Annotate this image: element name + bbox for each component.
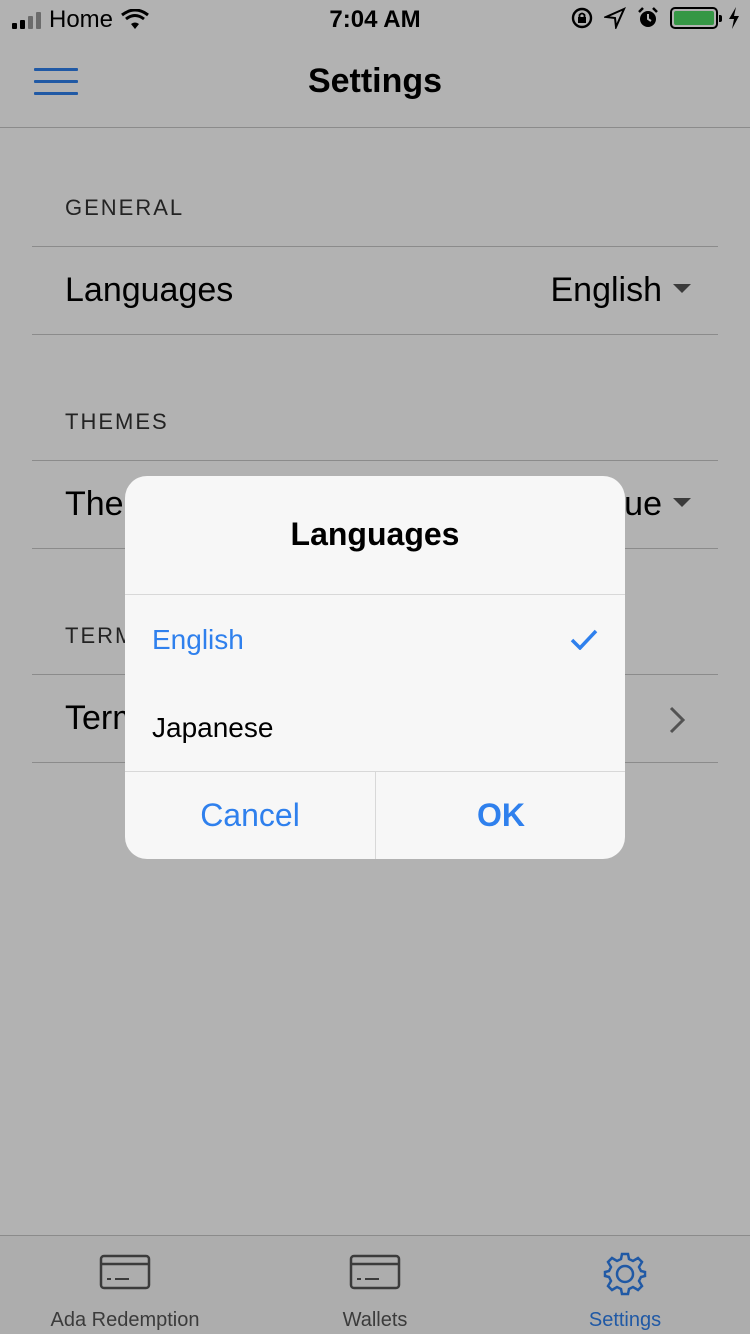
checkmark-icon [570, 629, 598, 650]
option-japanese[interactable]: Japanese [125, 684, 625, 772]
cancel-button[interactable]: Cancel [125, 772, 375, 859]
option-english[interactable]: English [125, 596, 625, 684]
option-label: English [152, 624, 244, 655]
divider [125, 594, 625, 595]
option-label: Japanese [152, 712, 274, 743]
languages-dialog: Languages English Japanese Cancel OK [125, 476, 625, 859]
ok-button[interactable]: OK [376, 772, 625, 859]
dialog-title: Languages [290, 516, 460, 552]
